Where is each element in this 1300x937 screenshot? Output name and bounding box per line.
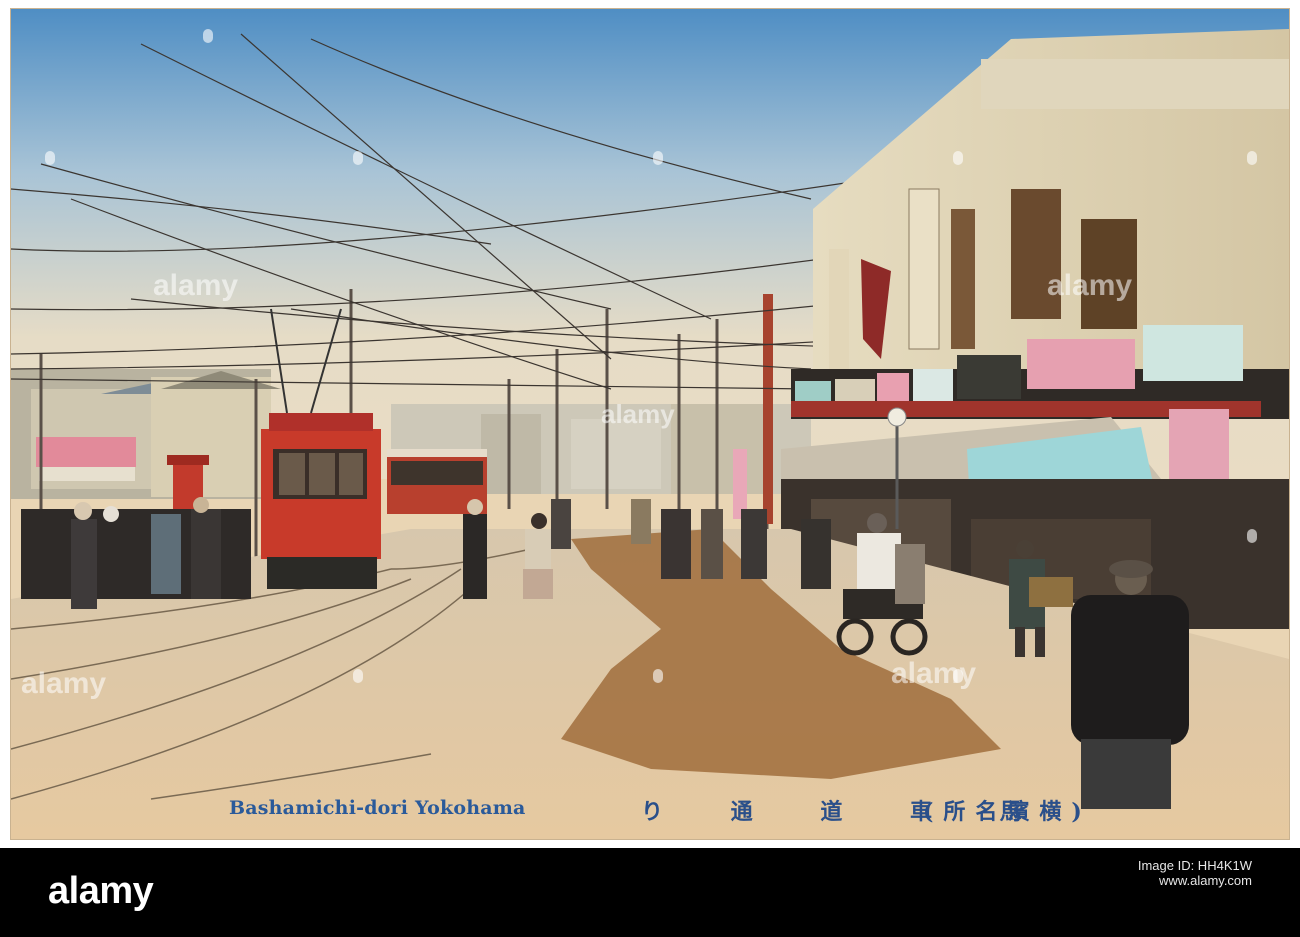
watermark-mark xyxy=(1247,151,1257,165)
watermark-alamy: alamy xyxy=(601,399,675,429)
postcard: alamy alamy alamy alamy alamy Bashamichi… xyxy=(10,8,1290,840)
watermark-alamy: alamy xyxy=(1047,269,1133,302)
watermark-alamy: alamy xyxy=(153,269,239,302)
watermark-mark xyxy=(45,151,55,165)
alamy-url[interactable]: www.alamy.com xyxy=(1138,873,1252,888)
watermark-alamy: alamy xyxy=(891,657,977,690)
watermark-mark xyxy=(353,151,363,165)
watermark-mark xyxy=(653,151,663,165)
watermark-mark xyxy=(203,29,213,43)
watermark-mark xyxy=(953,151,963,165)
image-id-block: Image ID: HH4K1W www.alamy.com xyxy=(1138,858,1252,888)
street-lamp xyxy=(887,407,907,427)
left-pink-sign xyxy=(36,437,136,467)
caption-japanese-paren: (所名濱横) xyxy=(923,799,1092,825)
watermark-alamy: alamy xyxy=(21,667,107,700)
crowd-left xyxy=(21,497,251,609)
watermark-mark xyxy=(353,669,363,683)
watermark-mark xyxy=(1247,529,1257,543)
alamy-logo[interactable]: alamy xyxy=(48,870,154,913)
alamy-footer: alamy Image ID: HH4K1W www.alamy.com xyxy=(0,848,1300,937)
red-pole xyxy=(763,294,773,524)
caption-english: Bashamichi-dori Yokohama xyxy=(229,797,526,819)
watermark-mark xyxy=(653,669,663,683)
image-id-label: Image ID: HH4K1W xyxy=(1137,858,1252,873)
